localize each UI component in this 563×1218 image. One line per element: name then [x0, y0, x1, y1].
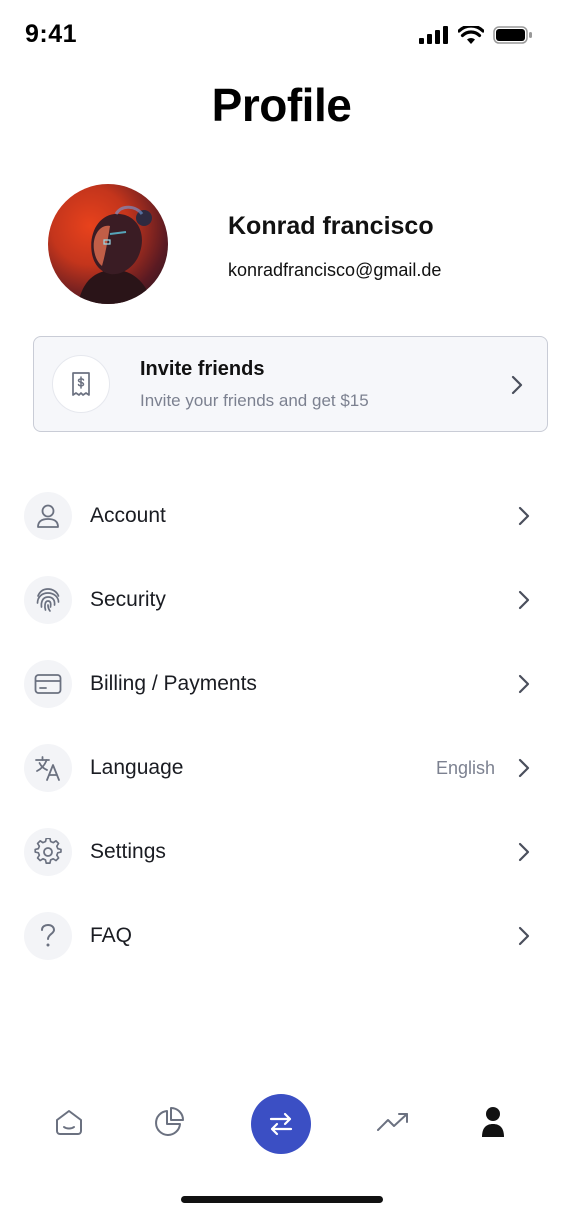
question-icon — [41, 923, 56, 947]
trending-up-icon — [377, 1113, 408, 1131]
chevron-right-icon — [518, 842, 530, 862]
menu-icon-wrap — [24, 744, 72, 792]
invite-title: Invite friends — [140, 358, 265, 380]
menu-item-settings[interactable]: Settings — [0, 810, 563, 894]
nav-home[interactable] — [39, 1090, 99, 1154]
translate-icon — [35, 756, 60, 781]
credit-card-icon — [34, 674, 62, 694]
menu-icon-wrap — [24, 828, 72, 876]
chevron-right-icon — [518, 758, 530, 778]
home-indicator — [181, 1196, 383, 1203]
menu-item-security[interactable]: Security — [0, 558, 563, 642]
menu-item-faq[interactable]: FAQ — [0, 894, 563, 978]
menu-label: Security — [90, 588, 166, 611]
invite-friends-card[interactable]: Invite friends Invite your friends and g… — [33, 336, 548, 432]
wifi-icon — [458, 25, 484, 44]
menu-label: Settings — [90, 840, 166, 863]
nav-trends[interactable] — [363, 1090, 423, 1154]
status-time: 9:41 — [25, 20, 78, 48]
pie-chart-icon — [155, 1107, 184, 1136]
status-icons — [419, 25, 533, 45]
avatar[interactable] — [48, 184, 168, 304]
chevron-right-icon — [518, 674, 530, 694]
battery-icon — [493, 26, 532, 44]
menu-item-account[interactable]: Account — [0, 474, 563, 558]
user-name: Konrad francisco — [228, 212, 434, 240]
menu-icon-wrap — [24, 912, 72, 960]
bottom-nav — [0, 1090, 563, 1160]
menu-icon-wrap — [24, 492, 72, 540]
avatar-portrait — [78, 205, 152, 304]
menu-icon-wrap — [24, 576, 72, 624]
menu-label: Language — [90, 756, 184, 779]
menu-icon-wrap — [24, 660, 72, 708]
nav-profile[interactable] — [463, 1090, 523, 1154]
chevron-right-icon — [518, 590, 530, 610]
menu-item-language[interactable]: Language English — [0, 726, 563, 810]
chevron-right-icon — [511, 375, 523, 395]
home-icon — [56, 1110, 82, 1135]
profile-icon — [482, 1107, 504, 1137]
chevron-right-icon — [518, 506, 530, 526]
invite-subtitle: Invite your friends and get $15 — [140, 391, 369, 410]
language-value: English — [435, 758, 495, 778]
page-title: Profile — [211, 79, 352, 131]
invite-icon-wrap — [52, 355, 110, 413]
chevron-right-icon — [518, 926, 530, 946]
nav-analytics[interactable] — [139, 1090, 199, 1154]
nav-transfer-button[interactable] — [251, 1094, 311, 1154]
status-bar: 9:41 — [0, 0, 563, 70]
menu-item-billing[interactable]: Billing / Payments — [0, 642, 563, 726]
transfer-icon — [269, 1112, 293, 1136]
user-icon — [37, 504, 59, 528]
fingerprint-icon — [36, 588, 60, 612]
settings-menu: Account Security Billing / Payments Lang… — [0, 474, 563, 978]
cellular-signal-icon — [419, 26, 448, 44]
gear-icon — [34, 838, 62, 864]
menu-label: Account — [90, 504, 166, 527]
menu-label: Billing / Payments — [90, 672, 257, 695]
receipt-dollar-icon — [72, 372, 90, 396]
menu-label: FAQ — [90, 924, 133, 947]
user-email: konradfrancisco@gmail.de — [228, 260, 442, 280]
